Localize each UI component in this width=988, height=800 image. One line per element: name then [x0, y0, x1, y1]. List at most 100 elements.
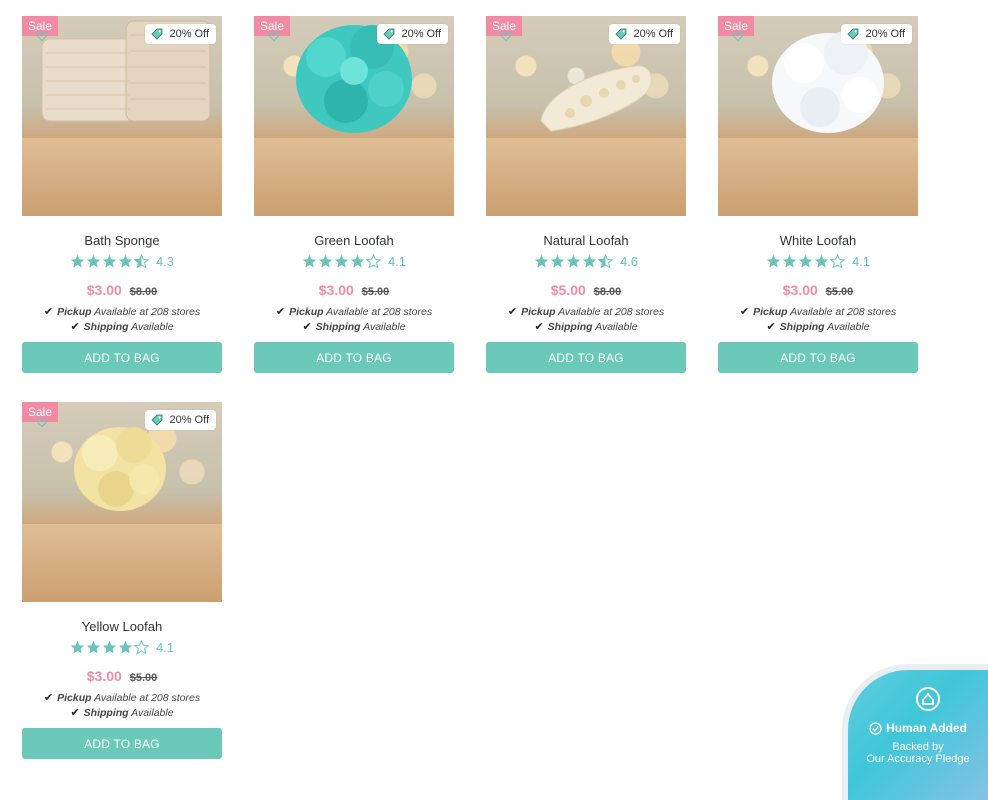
check-icon: ✔	[43, 692, 54, 704]
rating-value: 4.1	[851, 253, 871, 269]
discount-text: 20% Off	[401, 28, 441, 40]
shipping-label: Shipping	[315, 321, 361, 333]
product-name[interactable]: White Loofah	[718, 233, 918, 248]
shipping-label: Shipping	[779, 321, 825, 333]
tag-icon	[151, 414, 163, 426]
availability: ✔ Pickup Available at 208 stores ✔ Shippin…	[486, 305, 686, 335]
pickup-label: Pickup	[521, 306, 556, 318]
star-icon	[102, 254, 117, 267]
shipping-label: Shipping	[83, 321, 129, 333]
sale-price: $3.00	[86, 282, 122, 298]
check-icon: ✔	[766, 321, 776, 333]
pickup-line: ✔ Pickup Available at 208 stores	[486, 305, 686, 320]
heart-icon[interactable]	[732, 30, 744, 42]
check-icon: ✔	[302, 321, 312, 333]
product-image[interactable]: Sale 20% Off	[718, 16, 918, 216]
star-icon	[782, 254, 797, 267]
check-icon: ✔	[739, 306, 750, 318]
discount-text: 20% Off	[633, 28, 673, 40]
product-card[interactable]: Sale 20% Off Bath Sponge 4.3 $3.00 $8.00…	[22, 16, 222, 373]
product-name[interactable]: Bath Sponge	[22, 233, 222, 248]
star-icon	[318, 254, 333, 267]
add-to-bag-button[interactable]: ADD TO BAG	[486, 342, 686, 373]
price-row: $5.00 $8.00	[486, 282, 686, 298]
check-icon: ✔	[70, 707, 80, 719]
shipping-line: ✔ Shipping Available	[718, 320, 918, 335]
original-price: $5.00	[361, 286, 390, 298]
product-name[interactable]: Yellow Loofah	[22, 619, 222, 634]
star-icon	[766, 254, 781, 267]
product-rating: 4.1	[22, 639, 222, 655]
heart-icon[interactable]	[268, 30, 280, 42]
product-name[interactable]: Natural Loofah	[486, 233, 686, 248]
star-icon	[86, 640, 101, 653]
discount-badge: 20% Off	[145, 24, 216, 44]
star-icon	[582, 254, 597, 267]
shipping-text: Available	[131, 321, 174, 333]
product-name[interactable]: Green Loofah	[254, 233, 454, 248]
discount-badge: 20% Off	[377, 24, 448, 44]
pickup-text: Available at 208 stores	[558, 306, 665, 318]
availability: ✔ Pickup Available at 208 stores ✔ Shippin…	[718, 305, 918, 335]
price-row: $3.00 $5.00	[718, 282, 918, 298]
star-icon	[365, 253, 381, 269]
star-icon	[829, 253, 845, 269]
tag-icon	[383, 28, 395, 40]
pickup-line: ✔ Pickup Available at 208 stores	[22, 691, 222, 706]
add-to-bag-button[interactable]: ADD TO BAG	[22, 342, 222, 373]
price-row: $3.00 $5.00	[254, 282, 454, 298]
check-icon: ✔	[70, 321, 80, 333]
star-icon	[302, 254, 317, 267]
pickup-text: Available at 208 stores	[326, 306, 433, 318]
heart-icon[interactable]	[36, 416, 48, 428]
pickup-line: ✔ Pickup Available at 208 stores	[254, 305, 454, 320]
add-to-bag-button[interactable]: ADD TO BAG	[718, 342, 918, 373]
sale-price: $5.00	[550, 282, 586, 298]
rating-value: 4.1	[155, 639, 175, 655]
product-image[interactable]: Sale 20% Off	[22, 16, 222, 216]
shipping-text: Available	[827, 321, 870, 333]
product-card[interactable]: Sale 20% Off White Loofah 4.1 $3.00 $5.0…	[718, 16, 918, 373]
pickup-label: Pickup	[57, 692, 92, 704]
check-icon: ✔	[43, 306, 54, 318]
pickup-text: Available at 208 stores	[94, 692, 201, 704]
star-icon	[534, 254, 549, 267]
check-icon: ✔	[534, 321, 544, 333]
pickup-label: Pickup	[753, 306, 788, 318]
sale-price: $3.00	[782, 282, 818, 298]
availability: ✔ Pickup Available at 208 stores ✔ Shippin…	[22, 691, 222, 721]
pledge-title-text: Human Added	[886, 721, 967, 735]
heart-icon[interactable]	[36, 30, 48, 42]
check-icon: ✔	[275, 306, 286, 318]
pickup-line: ✔ Pickup Available at 208 stores	[718, 305, 918, 320]
pickup-text: Available at 208 stores	[790, 306, 897, 318]
product-image[interactable]: Sale 20% Off	[486, 16, 686, 216]
pledge-title: Human Added	[828, 721, 988, 735]
check-circle-icon	[869, 721, 882, 735]
rating-value: 4.6	[619, 253, 639, 269]
star-icon	[334, 254, 349, 267]
product-card[interactable]: Sale 20% Off Green Loofah 4.1 $3.00 $5.0…	[254, 16, 454, 373]
check-icon: ✔	[507, 306, 518, 318]
shipping-text: Available	[131, 707, 174, 719]
accuracy-pledge-badge[interactable]: Human Added Backed by Our Accuracy Pledge	[848, 670, 988, 800]
heart-icon[interactable]	[500, 30, 512, 42]
discount-badge: 20% Off	[841, 24, 912, 44]
pickup-line: ✔ Pickup Available at 208 stores	[22, 305, 222, 320]
star-icon	[814, 254, 829, 267]
add-to-bag-button[interactable]: ADD TO BAG	[254, 342, 454, 373]
star-icon	[133, 253, 149, 269]
add-to-bag-button[interactable]: ADD TO BAG	[22, 728, 222, 759]
availability: ✔ Pickup Available at 208 stores ✔ Shippin…	[254, 305, 454, 335]
star-icon	[70, 254, 85, 267]
product-card[interactable]: Sale 20% Off Natural Loofah 4.6 $5.00 $8…	[486, 16, 686, 373]
sale-price: $3.00	[86, 668, 122, 684]
product-image[interactable]: Sale 20% Off	[22, 402, 222, 602]
product-rating: 4.6	[486, 253, 686, 269]
shipping-label: Shipping	[83, 707, 129, 719]
tag-icon	[151, 28, 163, 40]
shipping-line: ✔ Shipping Available	[486, 320, 686, 335]
pickup-label: Pickup	[289, 306, 324, 318]
product-card[interactable]: Sale 20% Off Yellow Loofah 4.1 $3.00 $5.…	[22, 402, 222, 759]
product-image[interactable]: Sale 20% Off	[254, 16, 454, 216]
